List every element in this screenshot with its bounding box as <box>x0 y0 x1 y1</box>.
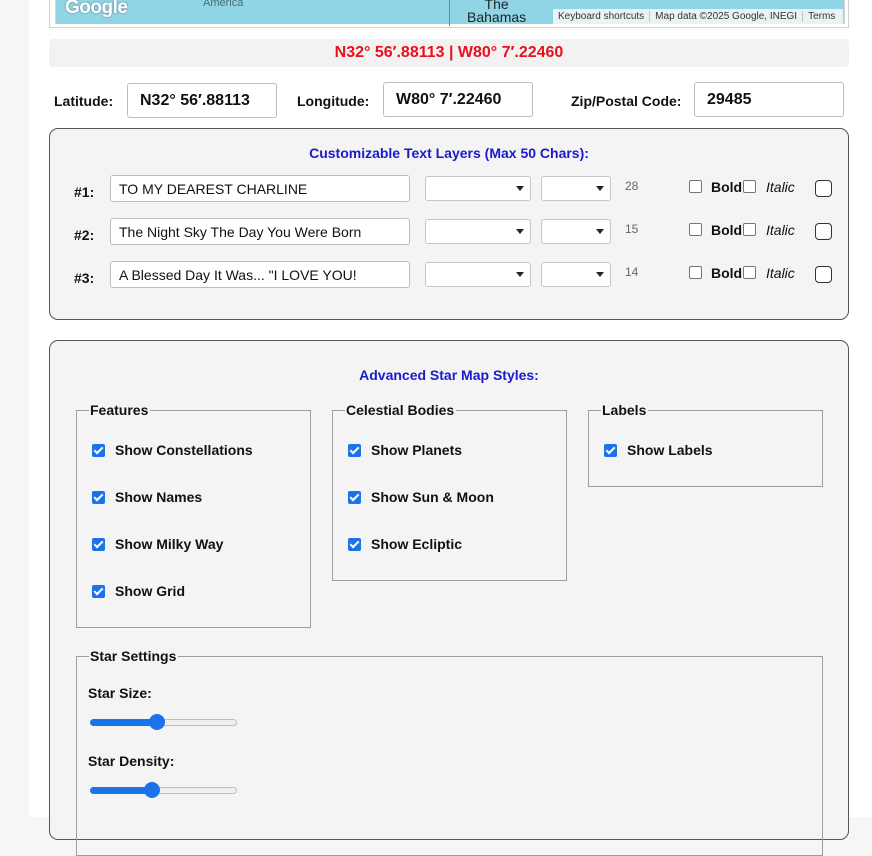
show-grid-option[interactable]: Show Grid <box>92 583 185 599</box>
checkbox-checked[interactable] <box>348 490 361 504</box>
bold-checkbox-2[interactable] <box>689 223 702 236</box>
checkbox-checked[interactable] <box>92 584 105 598</box>
advanced-styles-panel: Advanced Star Map Styles: Features Show … <box>49 340 849 856</box>
longitude-label: Longitude: <box>297 93 370 109</box>
chevron-down-icon <box>596 186 604 191</box>
font-select-2[interactable] <box>425 219 531 244</box>
bold-label: Bold <box>711 222 743 238</box>
layer-toggle-checkbox-3[interactable] <box>815 266 832 283</box>
size-select-3[interactable] <box>541 262 611 287</box>
checkbox-checked[interactable] <box>604 443 617 457</box>
coordinates-display: N32° 56′.88113 | W80° 7′.22460 <box>49 39 849 67</box>
zip-label: Zip/Postal Code: <box>571 93 682 109</box>
italic-label: Italic <box>766 179 795 195</box>
char-count-1: 28 <box>625 179 639 193</box>
text-layer-input-3[interactable]: A Blessed Day It Was... "I LOVE YOU! <box>110 261 410 288</box>
char-count-2: 15 <box>625 222 639 236</box>
chevron-down-icon <box>516 229 524 234</box>
row-number: #1: <box>74 184 95 200</box>
chevron-down-icon <box>596 229 604 234</box>
celestial-bodies-fieldset: Celestial Bodies Show Planets Show Sun &… <box>332 402 567 581</box>
bold-label: Bold <box>711 179 743 195</box>
longitude-input[interactable]: W80° 7′.22460 <box>383 82 533 117</box>
italic-checkbox-2[interactable] <box>743 223 756 236</box>
italic-label: Italic <box>766 222 795 238</box>
option-label: Show Labels <box>627 442 713 458</box>
checkbox-checked[interactable] <box>92 537 105 551</box>
show-constellations-option[interactable]: Show Constellations <box>92 442 253 458</box>
map-label-bahamas-line2: Bahamas <box>467 9 527 25</box>
bold-checkbox-3[interactable] <box>689 266 702 279</box>
layer-toggle-checkbox-1[interactable] <box>815 180 832 197</box>
star-density-slider[interactable] <box>90 782 237 798</box>
show-names-option[interactable]: Show Names <box>92 489 202 505</box>
show-labels-option[interactable]: Show Labels <box>604 442 713 458</box>
bold-checkbox-1[interactable] <box>689 180 702 193</box>
map-label-bahamas: The Bahamas <box>467 0 526 24</box>
text-layer-input-2[interactable]: The Night Sky The Day You Were Born <box>110 218 410 245</box>
bold-label: Bold <box>711 265 743 281</box>
star-settings-fieldset: Star Settings Star Size: Star Density: <box>76 648 823 856</box>
checkbox-checked[interactable] <box>92 443 105 457</box>
chevron-down-icon <box>596 272 604 277</box>
terms-link[interactable]: Terms <box>803 11 840 22</box>
row-number: #2: <box>74 227 95 243</box>
size-select-1[interactable] <box>541 176 611 201</box>
layer-toggle-checkbox-2[interactable] <box>815 223 832 240</box>
zip-input[interactable]: 29485 <box>694 82 844 117</box>
map-data-text: Map data ©2025 Google, INEGI <box>650 11 804 22</box>
star-settings-legend: Star Settings <box>89 648 179 664</box>
labels-fieldset: Labels Show Labels <box>588 402 823 487</box>
option-label: Show Names <box>115 489 203 505</box>
text-layer-input-1[interactable]: TO MY DEAREST CHARLINE <box>110 175 410 202</box>
option-label: Show Sun & Moon <box>371 489 494 505</box>
slider-fill <box>90 787 152 794</box>
celestial-bodies-legend: Celestial Bodies <box>345 402 457 418</box>
checkbox-checked[interactable] <box>92 490 105 504</box>
chevron-down-icon <box>516 272 524 277</box>
advanced-styles-title: Advanced Star Map Styles: <box>359 367 539 383</box>
map-label-america: America <box>203 0 244 9</box>
show-planets-option[interactable]: Show Planets <box>348 442 462 458</box>
map-boundary-line <box>449 0 450 26</box>
star-size-slider[interactable] <box>90 714 237 730</box>
latitude-label: Latitude: <box>54 93 114 109</box>
slider-fill <box>90 719 157 726</box>
option-label: Show Ecliptic <box>371 536 463 552</box>
chevron-down-icon <box>516 186 524 191</box>
keyboard-shortcuts-link[interactable]: Keyboard shortcuts <box>553 11 651 22</box>
latitude-input[interactable]: N32° 56′.88113 <box>127 83 277 118</box>
option-label: Show Planets <box>371 442 463 458</box>
labels-legend: Labels <box>601 402 649 418</box>
option-label: Show Constellations <box>115 442 253 458</box>
features-fieldset: Features Show Constellations Show Names … <box>76 402 311 628</box>
slider-thumb[interactable] <box>143 782 160 798</box>
italic-checkbox-1[interactable] <box>743 180 756 193</box>
star-size-label: Star Size: <box>88 685 152 701</box>
star-density-label: Star Density: <box>88 753 175 769</box>
row-number: #3: <box>74 270 95 286</box>
checkbox-checked[interactable] <box>348 443 361 457</box>
text-layers-panel: Customizable Text Layers (Max 50 Chars):… <box>49 128 849 320</box>
font-select-1[interactable] <box>425 176 531 201</box>
features-legend: Features <box>89 402 151 418</box>
show-sun-moon-option[interactable]: Show Sun & Moon <box>348 489 494 505</box>
italic-checkbox-3[interactable] <box>743 266 756 279</box>
font-select-3[interactable] <box>425 262 531 287</box>
char-count-3: 14 <box>625 265 639 279</box>
google-logo: Google <box>65 0 128 18</box>
text-layers-title: Customizable Text Layers (Max 50 Chars): <box>309 145 589 161</box>
size-select-2[interactable] <box>541 219 611 244</box>
map-attribution: Keyboard shortcuts Map data ©2025 Google… <box>553 9 843 24</box>
show-ecliptic-option[interactable]: Show Ecliptic <box>348 536 462 552</box>
checkbox-checked[interactable] <box>348 537 361 551</box>
option-label: Show Grid <box>115 583 185 599</box>
show-milky-way-option[interactable]: Show Milky Way <box>92 536 223 552</box>
slider-thumb[interactable] <box>148 714 165 730</box>
italic-label: Italic <box>766 265 795 281</box>
option-label: Show Milky Way <box>115 536 224 552</box>
